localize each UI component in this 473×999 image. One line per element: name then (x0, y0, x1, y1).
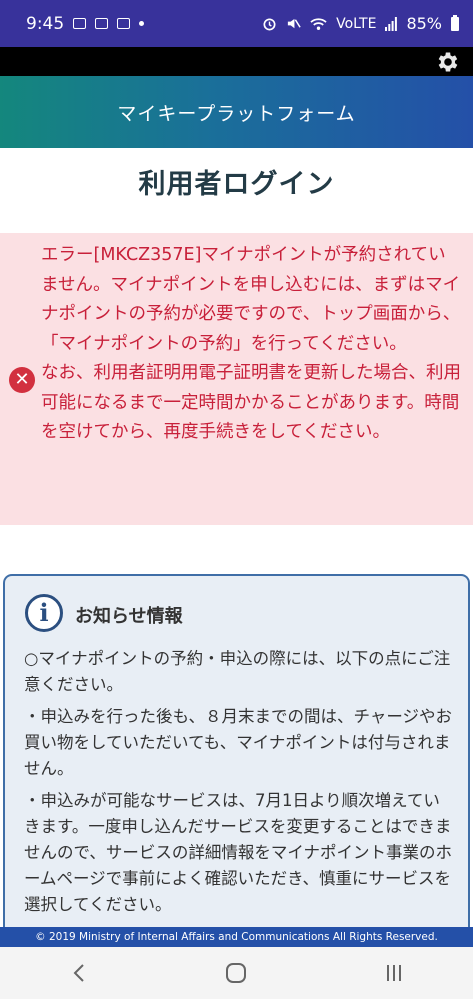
app-title: マイキープラットフォーム (117, 102, 356, 125)
gear-icon[interactable] (435, 49, 461, 75)
error-x-icon: ✕ (9, 367, 35, 393)
error-paragraph: なお、利用者証明用電子証明書を更新した場合、利用可能になるまで一定時間かかること… (41, 363, 461, 442)
notice-paragraph: ○マイナポイントの予約・申込の際には、以下の点にご注意ください。 (24, 649, 451, 694)
notice-box: i お知らせ情報 ○マイナポイントの予約・申込の際には、以下の点にご注意ください… (3, 574, 470, 934)
home-icon (226, 963, 247, 983)
battery-icon (451, 14, 459, 31)
mail-notification-icon (95, 18, 109, 29)
copyright-footer: © 2019 Ministry of Internal Affairs and … (0, 927, 473, 947)
status-right: VoLTE 85% (262, 14, 459, 33)
app-header: マイキープラットフォーム (0, 76, 473, 148)
notice-body: ○マイナポイントの予約・申込の際には、以下の点にご注意ください。 ・申込みを行っ… (24, 646, 454, 924)
nav-recents-button[interactable] (364, 953, 424, 993)
wifi-icon (310, 17, 327, 30)
system-nav-bar (0, 947, 473, 999)
page-title: 利用者ログイン (138, 169, 335, 200)
more-notifications-icon (139, 21, 145, 26)
back-icon (73, 964, 84, 982)
info-icon: i (25, 594, 63, 632)
gallery-notification-icon (73, 18, 87, 29)
alarm-icon (263, 18, 276, 31)
notice-title: お知らせ情報 (75, 606, 183, 627)
status-bar: 9:45 VoLTE 85% (0, 0, 473, 47)
battery-percent: 85% (406, 14, 442, 33)
mute-icon (287, 18, 301, 29)
nav-home-button[interactable] (206, 953, 266, 993)
nav-back-button[interactable] (49, 953, 109, 993)
app-notification-icon (117, 18, 131, 29)
error-paragraph: エラー[MKCZ357E]マイナポイントが予約されていません。マイナポイントを申… (41, 245, 461, 354)
signal-icon (385, 16, 398, 31)
notice-paragraph: ・申込みを行った後も、８月末までの間は、チャージやお買い物をしていただいても、マ… (24, 707, 453, 778)
network-type: VoLTE (336, 15, 377, 32)
error-message: エラー[MKCZ357E]マイナポイントが予約されていません。マイナポイントを申… (41, 241, 461, 448)
top-toolbar (0, 47, 473, 76)
notice-paragraph: ・申込みが可能なサービスは、7月1日より順次増えていきます。一度申し込んだサービ… (24, 791, 453, 914)
recents-icon (387, 965, 402, 981)
status-left: 9:45 (26, 13, 145, 34)
status-time: 9:45 (26, 13, 65, 34)
